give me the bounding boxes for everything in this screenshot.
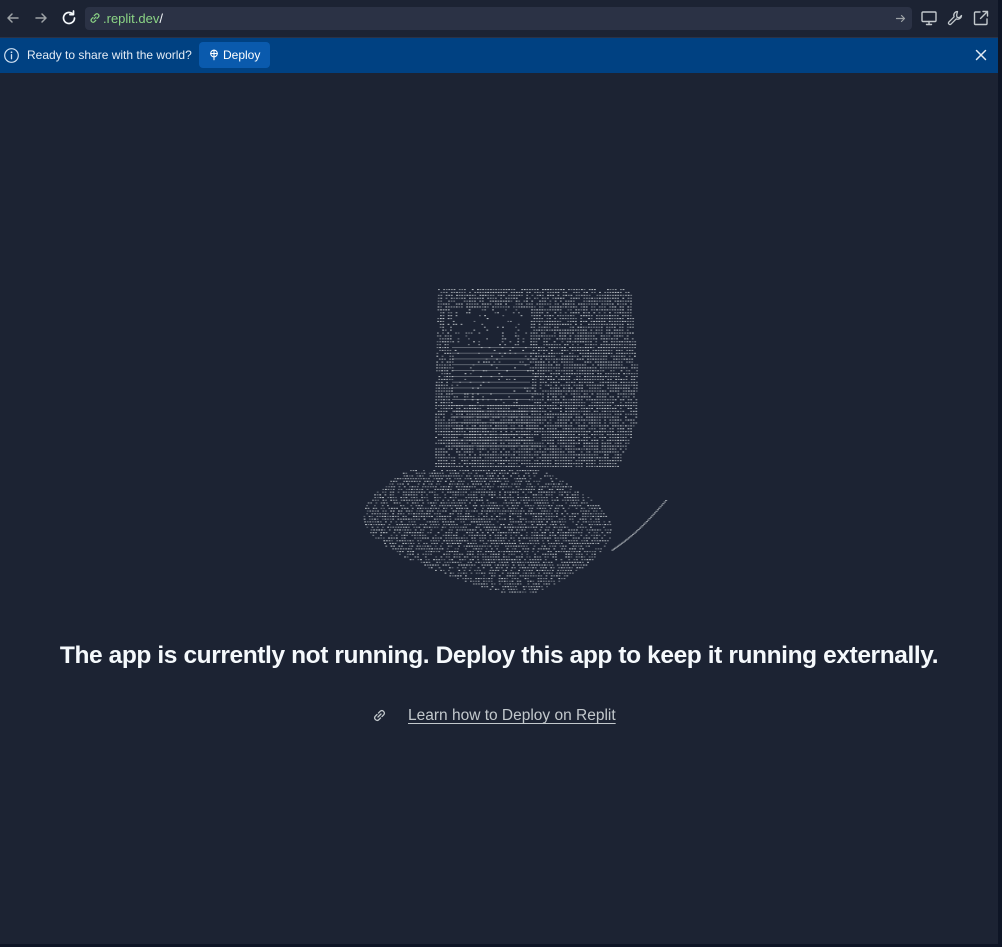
- arrow-right-icon[interactable]: [893, 11, 908, 26]
- deploy-button[interactable]: Deploy: [199, 42, 270, 68]
- reload-icon[interactable]: [59, 8, 79, 28]
- deploy-icon: [210, 49, 218, 61]
- external-link-icon[interactable]: [972, 9, 990, 27]
- link-icon: [90, 13, 100, 23]
- back-icon[interactable]: [3, 8, 23, 28]
- learn-link-row[interactable]: Learn how to Deploy on Replit: [371, 704, 641, 728]
- wrench-icon[interactable]: [946, 9, 964, 27]
- deploy-banner: Ready to share with the world? Deploy: [0, 38, 998, 73]
- window-edge: [998, 0, 1002, 947]
- close-icon[interactable]: [974, 48, 988, 62]
- link-icon: [374, 710, 385, 721]
- browser-toolbar: .replit.dev/: [0, 0, 998, 38]
- url-bar[interactable]: .replit.dev/: [85, 7, 912, 30]
- url-text[interactable]: .replit.dev/: [103, 10, 163, 27]
- forward-icon[interactable]: [31, 8, 51, 28]
- url-path: /: [159, 11, 163, 26]
- deploy-button-label: Deploy: [223, 48, 261, 62]
- not-running-headline: The app is currently not running. Deploy…: [59, 642, 939, 669]
- monitor-icon[interactable]: [920, 9, 938, 27]
- ascii-art-illustration: [363, 289, 668, 593]
- banner-message: Ready to share with the world?: [27, 48, 192, 62]
- url-domain: .replit.dev: [103, 11, 160, 26]
- info-icon: [4, 48, 19, 63]
- learn-deploy-link[interactable]: Learn how to Deploy on Replit: [408, 706, 616, 726]
